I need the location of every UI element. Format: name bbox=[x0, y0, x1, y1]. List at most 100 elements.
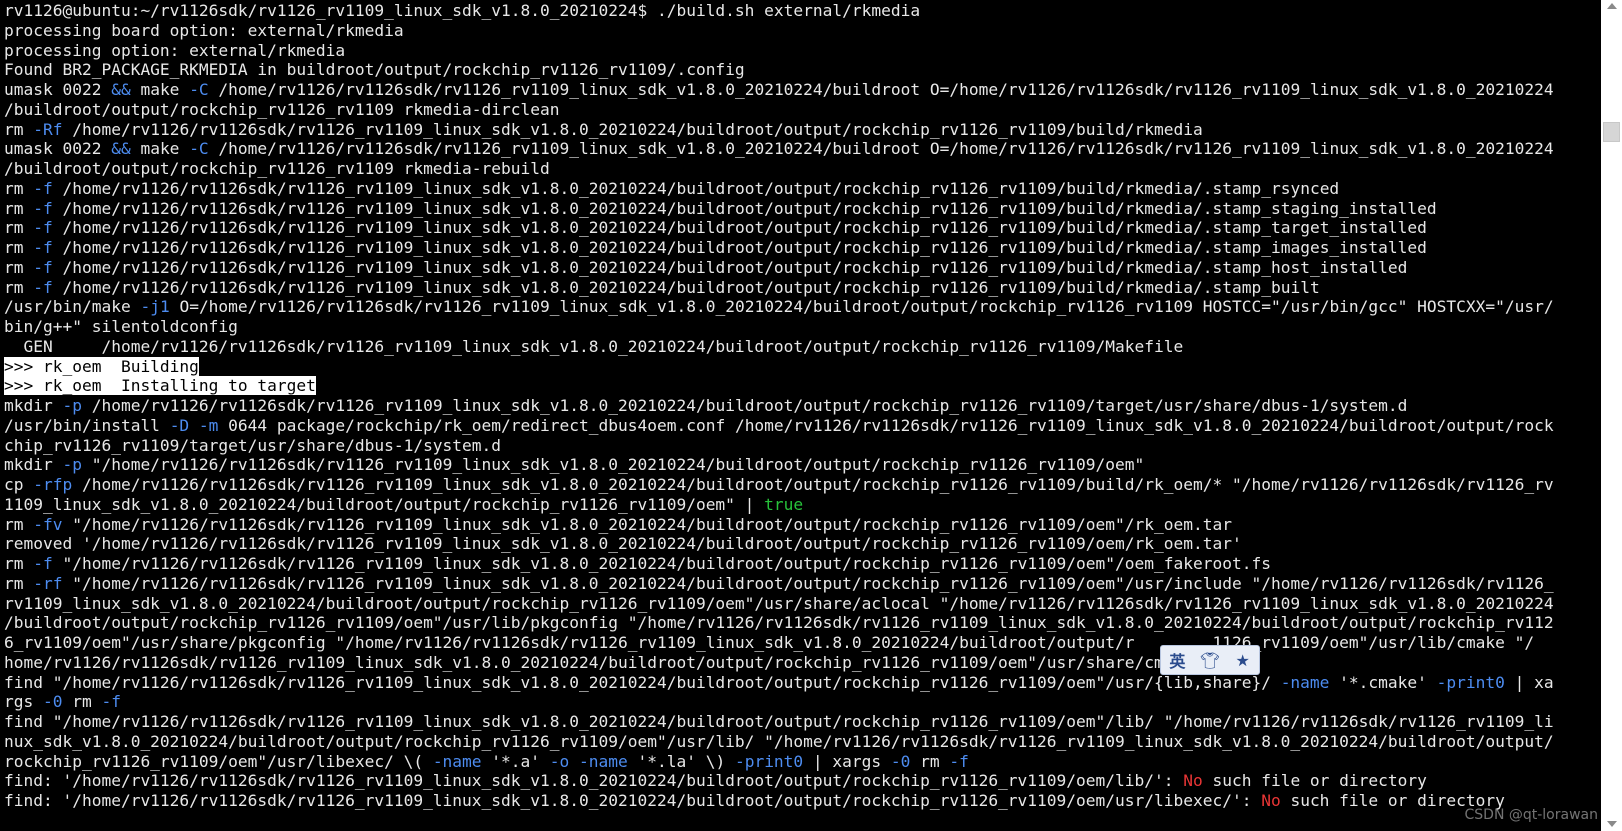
terminal-text-segment: rm bbox=[4, 178, 34, 198]
terminal-text-segment: umask 0022 bbox=[4, 139, 112, 159]
terminal-text-segment: -f bbox=[33, 554, 53, 573]
terminal-text-segment: 6_rv1109/oem"/usr/share/pkgconfig "/home… bbox=[4, 633, 1535, 652]
terminal-text-segment: rv1126@ubuntu:~/rv1126sdk/rv1126_rv1109_… bbox=[4, 1, 921, 20]
terminal-text-segment: | xargs bbox=[803, 751, 891, 771]
terminal-text-segment: -Rf bbox=[33, 119, 63, 139]
terminal-text-segment: No bbox=[1183, 771, 1203, 791]
terminal-text-segment: cp bbox=[4, 475, 34, 494]
terminal-text-segment: nux_sdk_v1.8.0_20210224/buildroot/output… bbox=[4, 731, 1554, 751]
terminal-text-segment: 1109_linux_sdk_v1.8.0_20210224/buildroot… bbox=[4, 494, 765, 514]
terminal-line: home/rv1126/rv1126sdk/rv1126_rv1109_linu… bbox=[4, 653, 1601, 673]
terminal-text-segment: -fv bbox=[33, 514, 63, 534]
terminal-line: rm -Rf /home/rv1126/rv1126sdk/rv1126_rv1… bbox=[4, 120, 1601, 140]
shirt-icon[interactable]: 👕︎ bbox=[1194, 646, 1227, 674]
terminal-text-segment: -p bbox=[62, 396, 82, 415]
terminal-text-segment: '*.la' \) bbox=[627, 751, 735, 771]
scroll-down-arrow-icon[interactable] bbox=[1607, 821, 1617, 827]
terminal-text-segment: chip_rv1126_rv1109/target/usr/share/dbus… bbox=[4, 435, 502, 455]
terminal-text-segment: rv1109_linux_sdk_v1.8.0_20210224/buildro… bbox=[4, 593, 1554, 613]
terminal-text-segment: -f bbox=[33, 178, 53, 198]
terminal-line: find "/home/rv1126/rv1126sdk/rv1126_rv11… bbox=[4, 712, 1601, 732]
terminal-text-segment: 0644 package/rockchip/rk_oem/redirect_db… bbox=[218, 415, 1554, 435]
ime-language-toggle[interactable]: 英 bbox=[1161, 646, 1194, 674]
scrollbar-thumb[interactable] bbox=[1603, 122, 1620, 142]
terminal-text-segment: && bbox=[111, 139, 131, 159]
terminal-text-segment: home/rv1126/rv1126sdk/rv1126_rv1109_linu… bbox=[4, 652, 1193, 672]
terminal-line: /buildroot/output/rockchip_rv1126_rv1109… bbox=[4, 159, 1601, 179]
terminal-line: /usr/bin/install -D -m 0644 package/rock… bbox=[4, 416, 1601, 436]
terminal-line: cp -rfp /home/rv1126/rv1126sdk/rv1126_rv… bbox=[4, 475, 1601, 495]
terminal-text-segment: rm bbox=[4, 573, 34, 593]
terminal-line: find: '/home/rv1126/rv1126sdk/rv1126_rv1… bbox=[4, 771, 1601, 791]
vertical-scrollbar[interactable] bbox=[1601, 0, 1622, 831]
terminal-text-segment: Found BR2_PACKAGE_RKMEDIA in buildroot/o… bbox=[4, 60, 745, 80]
terminal-line: bin/g++" silentoldconfig bbox=[4, 317, 1601, 337]
terminal-line: /buildroot/output/rockchip_rv1126_rv1109… bbox=[4, 613, 1601, 633]
terminal-text-segment: -f bbox=[33, 277, 53, 297]
terminal-text-segment: -rf bbox=[33, 573, 63, 593]
terminal-text-segment: -print0 bbox=[734, 751, 804, 771]
terminal-text-segment: -f bbox=[949, 751, 969, 771]
terminal-text-segment: && bbox=[111, 80, 131, 99]
terminal-text-segment: O=/home/rv1126/rv1126sdk/rv1126_rv1109_l… bbox=[169, 297, 1554, 317]
terminal-text-segment: make bbox=[130, 139, 190, 159]
star-icon[interactable]: ★ bbox=[1226, 646, 1259, 674]
terminal-text-segment: -p bbox=[62, 455, 82, 475]
terminal-text-segment: rm bbox=[4, 277, 34, 297]
terminal-text-segment: '*.a' bbox=[481, 751, 550, 771]
terminal-text-segment: make bbox=[130, 80, 190, 99]
terminal-text-segment: find "/home/rv1126/rv1126sdk/rv1126_rv11… bbox=[4, 672, 1281, 692]
terminal-line: rgs -0 rm -f bbox=[4, 692, 1601, 712]
terminal-lines: rv1126@ubuntu:~/rv1126sdk/rv1126_rv1109_… bbox=[4, 1, 1601, 811]
terminal-line: /usr/bin/make -j1 O=/home/rv1126/rv1126s… bbox=[4, 297, 1601, 317]
terminal-text-segment: /home/rv1126/rv1126sdk/rv1126_rv1109_lin… bbox=[208, 80, 1554, 99]
terminal-line: rm -f /home/rv1126/rv1126sdk/rv1126_rv11… bbox=[4, 199, 1601, 219]
terminal-text-segment: /home/rv1126/rv1126sdk/rv1126_rv1109_lin… bbox=[52, 178, 1340, 198]
terminal-line: rm -f /home/rv1126/rv1126sdk/rv1126_rv11… bbox=[4, 218, 1601, 238]
terminal-line: rv1109_linux_sdk_v1.8.0_20210224/buildro… bbox=[4, 594, 1601, 614]
terminal-text-segment: -f bbox=[33, 238, 53, 257]
terminal-text-segment: rm bbox=[4, 257, 34, 277]
terminal-text-segment: /buildroot/output/rockchip_rv1126_rv1109… bbox=[4, 99, 560, 119]
terminal-line: Found BR2_PACKAGE_RKMEDIA in buildroot/o… bbox=[4, 60, 1601, 80]
terminal-text-segment: "/home/rv1126/rv1126sdk/rv1126_rv1109_li… bbox=[62, 514, 1232, 534]
terminal-text-segment: bin/g++" silentoldconfig bbox=[4, 317, 238, 336]
watermark: CSDN @qt-lorawan bbox=[1464, 807, 1599, 823]
terminal-text-segment: processing board option: external/rkmedi… bbox=[4, 20, 404, 40]
terminal-text-segment: -C bbox=[189, 80, 209, 99]
terminal-text-segment: /home/rv1126/rv1126sdk/rv1126_rv1109_lin… bbox=[52, 238, 1427, 257]
terminal-text-segment: rockchip_rv1126_rv1109/oem"/usr/libexec/… bbox=[4, 751, 433, 771]
terminal-text-segment: /home/rv1126/rv1126sdk/rv1126_rv1109_lin… bbox=[52, 218, 1427, 238]
terminal-text-segment: -0 bbox=[42, 692, 63, 712]
terminal-text-segment: -D -m bbox=[169, 415, 219, 435]
terminal-text-segment: -name bbox=[1280, 672, 1330, 692]
terminal-line: umask 0022 && make -C /home/rv1126/rv112… bbox=[4, 80, 1601, 100]
terminal-text-segment: /usr/bin/make bbox=[4, 297, 141, 317]
terminal-output[interactable]: rv1126@ubuntu:~/rv1126sdk/rv1126_rv1109_… bbox=[0, 0, 1601, 831]
terminal-text-segment: removed '/home/rv1126/rv1126sdk/rv1126_r… bbox=[4, 534, 1242, 554]
terminal-line: removed '/home/rv1126/rv1126sdk/rv1126_r… bbox=[4, 534, 1601, 554]
terminal-text-segment: No bbox=[1261, 791, 1281, 810]
terminal-text-segment: /home/rv1126/rv1126sdk/rv1126_rv1109_lin… bbox=[52, 257, 1408, 277]
terminal-text-segment: "/home/rv1126/rv1126sdk/rv1126_rv1109_li… bbox=[81, 455, 1145, 475]
terminal-line: rm -f /home/rv1126/rv1126sdk/rv1126_rv11… bbox=[4, 258, 1601, 278]
terminal-line: 1109_linux_sdk_v1.8.0_20210224/buildroot… bbox=[4, 495, 1601, 515]
terminal-text-segment: umask 0022 bbox=[4, 80, 112, 99]
terminal-text-segment: /usr/bin/install bbox=[4, 415, 170, 435]
terminal-text-segment: -f bbox=[101, 692, 121, 712]
terminal-text-segment: rm bbox=[4, 554, 34, 573]
scroll-up-arrow-icon[interactable] bbox=[1607, 3, 1617, 9]
terminal-line: rm -fv "/home/rv1126/rv1126sdk/rv1126_rv… bbox=[4, 515, 1601, 535]
terminal-text-segment: -f bbox=[33, 198, 53, 218]
terminal-line: find "/home/rv1126/rv1126sdk/rv1126_rv11… bbox=[4, 673, 1601, 693]
terminal-line: rm -f "/home/rv1126/rv1126sdk/rv1126_rv1… bbox=[4, 554, 1601, 574]
terminal-text-segment: rm bbox=[4, 514, 34, 534]
terminal-text-segment: -o -name bbox=[549, 751, 628, 771]
terminal-line: /buildroot/output/rockchip_rv1126_rv1109… bbox=[4, 100, 1601, 120]
terminal-line: find: '/home/rv1126/rv1126sdk/rv1126_rv1… bbox=[4, 791, 1601, 811]
ime-toolbar[interactable]: 英 👕︎ ★ bbox=[1160, 645, 1260, 675]
terminal-line: 6_rv1109/oem"/usr/share/pkgconfig "/home… bbox=[4, 633, 1601, 653]
terminal-text-segment: "/home/rv1126/rv1126sdk/rv1126_rv1109_li… bbox=[52, 554, 1271, 573]
terminal-text-segment: rm bbox=[4, 238, 34, 257]
terminal-text-segment: /home/rv1126/rv1126sdk/rv1126_rv1109_lin… bbox=[62, 119, 1203, 139]
